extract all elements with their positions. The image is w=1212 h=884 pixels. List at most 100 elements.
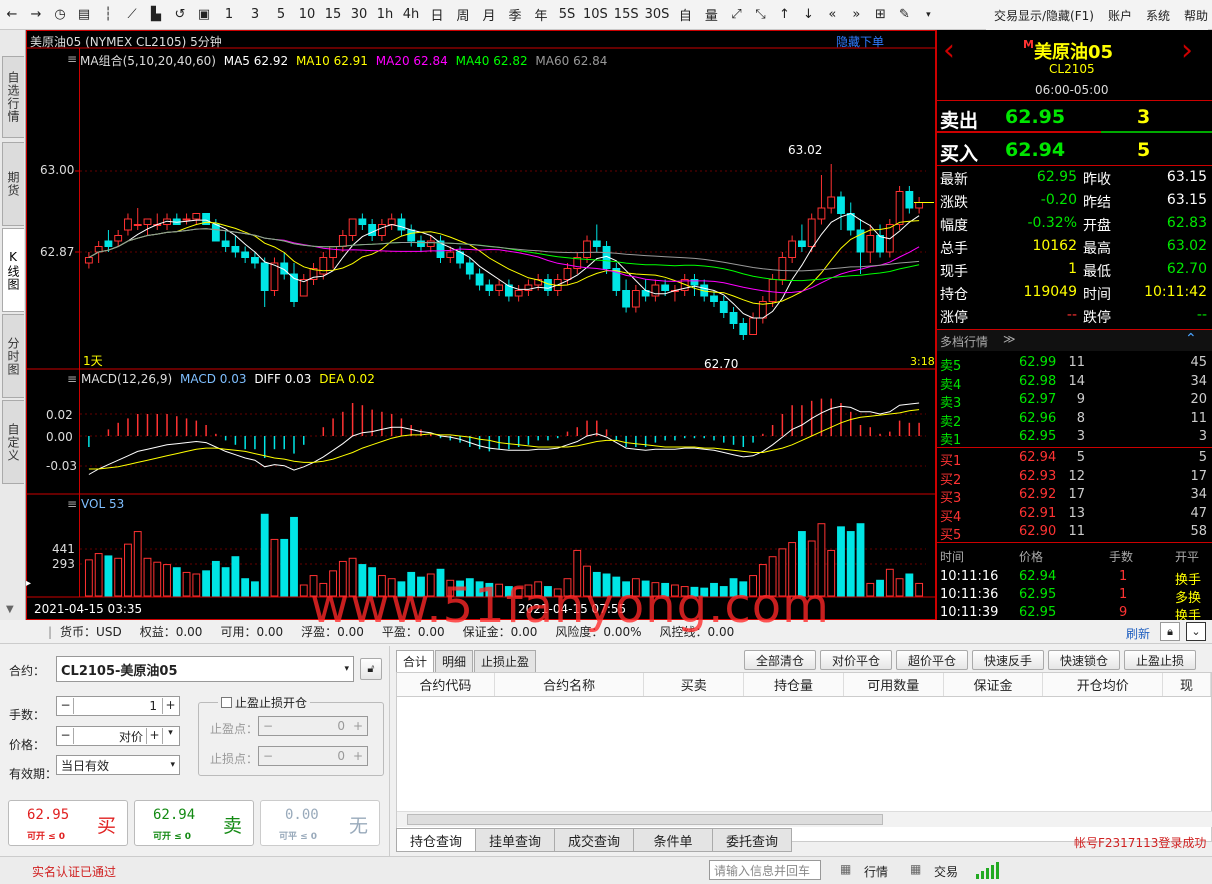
horizontal-scrollbar[interactable] <box>397 811 1212 827</box>
stop-checkbox[interactable] <box>221 697 232 708</box>
bids-row[interactable]: 买5 62.90 11 58 <box>937 523 1212 543</box>
back-icon[interactable]: ← <box>0 3 24 27</box>
period-button-13[interactable]: 5S <box>554 3 580 27</box>
qty-minus-button[interactable]: − <box>58 698 74 714</box>
menu-account[interactable]: 账户 <box>1108 7 1132 24</box>
asks-row[interactable]: 卖2 62.96 8 11 <box>937 410 1212 430</box>
period-button-4[interactable]: 15 <box>320 3 346 27</box>
period-button-15[interactable]: 15S <box>611 3 642 27</box>
close-order-button[interactable]: 0.00 可平 ≤ 0 无 <box>260 800 380 846</box>
dropdown-icon[interactable]: ▾ <box>916 3 940 27</box>
tab-custom[interactable]: 自定义 <box>2 400 24 484</box>
query-tab-1[interactable]: 挂单查询 <box>475 828 555 852</box>
period-button-16[interactable]: 30S <box>642 3 673 27</box>
vol-menu-icon[interactable]: ≡ <box>67 497 77 511</box>
period-button-9[interactable]: 周 <box>450 3 476 27</box>
period-button-6[interactable]: 1h <box>372 3 398 27</box>
price-input[interactable]: − 对价 + ▾ <box>56 726 180 746</box>
contract-select[interactable]: CL2105-美原油05 ▾ <box>56 656 354 682</box>
depth-header[interactable]: 多档行情 ≫ ⌃ <box>937 329 1212 351</box>
period-button-11[interactable]: 季 <box>502 3 528 27</box>
query-tab-0[interactable]: 持仓查询 <box>396 828 476 852</box>
tab-watchlist[interactable]: 自选行情 <box>2 56 24 138</box>
position-tab-1[interactable]: 明细 <box>435 650 474 672</box>
column-header[interactable]: 保证金 <box>944 673 1044 696</box>
period-button-10[interactable]: 月 <box>476 3 502 27</box>
collapse-panel-icon[interactable]: ⌄ <box>1186 622 1206 641</box>
unlock-icon[interactable]: 🔓︎ <box>360 658 382 680</box>
position-action-button[interactable]: 止盈止损 <box>1124 650 1196 670</box>
collapse-arrow-icon[interactable]: ▼ <box>6 604 14 615</box>
refresh-link[interactable]: 刷新 <box>1126 625 1150 642</box>
tp-plus-button[interactable]: + <box>350 719 366 733</box>
menu-help[interactable]: 帮助 <box>1184 7 1208 24</box>
refresh-chart-icon[interactable]: ↺ <box>168 3 192 27</box>
position-action-button[interactable]: 快速反手 <box>972 650 1044 670</box>
period-button-8[interactable]: 日 <box>424 3 450 27</box>
column-header[interactable]: 持仓量 <box>744 673 844 696</box>
period-button-2[interactable]: 5 <box>268 3 294 27</box>
period-button-7[interactable]: 4h <box>398 3 424 27</box>
column-header[interactable]: 合约名称 <box>495 673 645 696</box>
price-dropdown-icon[interactable]: ▾ <box>162 728 178 744</box>
splitter[interactable] <box>389 646 390 856</box>
stop-checkbox-row[interactable]: 止盈止损开仓 <box>218 694 311 711</box>
qty-plus-button[interactable]: + <box>162 698 178 714</box>
qty-stepper[interactable]: − 1 + <box>56 696 180 716</box>
macd-menu-icon[interactable]: ≡ <box>67 372 77 386</box>
lock-icon[interactable]: 🔒︎ <box>1160 622 1180 641</box>
kline-chart-panel[interactable]: 美原油05 (NYMEX CL2105) 5分钟 隐藏下单 MA组合(5,10,… <box>26 30 936 620</box>
table-icon[interactable]: ▤ <box>72 3 96 27</box>
asks-row[interactable]: 卖4 62.98 14 34 <box>937 373 1212 393</box>
sl-minus-button[interactable]: − <box>260 749 276 763</box>
column-header[interactable]: 买卖 <box>644 673 745 696</box>
prev-contract-icon[interactable]: ‹ <box>943 36 955 66</box>
period-button-1[interactable]: 3 <box>242 3 268 27</box>
query-tab-3[interactable]: 条件单 <box>633 828 713 852</box>
scroll-right-icon[interactable]: » <box>844 3 868 27</box>
buy-order-button[interactable]: 62.95 可开 ≤ 0 买 <box>8 800 128 846</box>
market-link[interactable]: 行情 <box>864 863 888 880</box>
tab-kline[interactable]: K线图 <box>2 228 24 312</box>
query-tab-4[interactable]: 委托查询 <box>712 828 792 852</box>
grid-icon[interactable]: ⊞ <box>868 3 892 27</box>
scroll-left-icon[interactable]: « <box>820 3 844 27</box>
tp-minus-button[interactable]: − <box>260 719 276 733</box>
period-button-3[interactable]: 10 <box>294 3 320 27</box>
column-header[interactable]: 开仓均价 <box>1043 673 1164 696</box>
zoom-out-icon[interactable]: ⤢ <box>724 3 748 27</box>
position-action-button[interactable]: 全部清仓 <box>744 650 816 670</box>
period-button-17[interactable]: 自 <box>672 3 698 27</box>
bids-row[interactable]: 买2 62.93 12 17 <box>937 468 1212 488</box>
column-header[interactable]: 可用数量 <box>844 673 944 696</box>
asks-row[interactable]: 卖5 62.99 11 45 <box>937 354 1212 374</box>
price-minus-button[interactable]: − <box>58 728 74 744</box>
menu-system[interactable]: 系统 <box>1146 7 1170 24</box>
forward-icon[interactable]: → <box>24 3 48 27</box>
search-input[interactable]: 请输入信息并回车 <box>709 860 821 880</box>
scroll-left-marker-icon[interactable]: ▸ <box>26 578 31 589</box>
indicator-icon[interactable]: ▙ <box>144 3 168 27</box>
asks-row[interactable]: 卖1 62.95 3 3 <box>937 428 1212 448</box>
trade-link[interactable]: 交易 <box>934 863 958 880</box>
column-header[interactable]: 合约代码 <box>397 673 495 696</box>
column-header[interactable]: 现 <box>1163 673 1211 696</box>
bids-row[interactable]: 买4 62.91 13 47 <box>937 505 1212 525</box>
position-tab-2[interactable]: 止损止盈 <box>474 650 537 672</box>
position-tab-0[interactable]: 合计 <box>396 650 435 672</box>
bar-chart-icon[interactable]: ┆ <box>96 3 120 27</box>
asks-row[interactable]: 卖3 62.97 9 20 <box>937 391 1212 411</box>
position-action-button[interactable]: 快速锁仓 <box>1048 650 1120 670</box>
menu-toggle-trade[interactable]: 交易显示/隐藏(F1) <box>994 7 1094 24</box>
hide-order-link[interactable]: 隐藏下单 <box>836 33 884 50</box>
bids-row[interactable]: 买1 62.94 5 5 <box>937 449 1212 469</box>
arrow-down-icon[interactable]: ↓ <box>796 3 820 27</box>
collapse-up-icon[interactable]: ⌃ <box>1185 331 1197 347</box>
line-chart-icon[interactable]: ⟋ <box>120 3 144 27</box>
next-contract-icon[interactable]: › <box>1181 36 1193 66</box>
period-button-5[interactable]: 30 <box>346 3 372 27</box>
sl-input[interactable]: − 0 + <box>258 746 368 766</box>
ma-menu-icon[interactable]: ≡ <box>67 52 77 66</box>
dashboard-icon[interactable]: ◷ <box>48 3 72 27</box>
positions-table[interactable]: 合约代码 合约名称 买卖 持仓量 可用数量 保证金 开仓均价现 <box>396 672 1212 842</box>
